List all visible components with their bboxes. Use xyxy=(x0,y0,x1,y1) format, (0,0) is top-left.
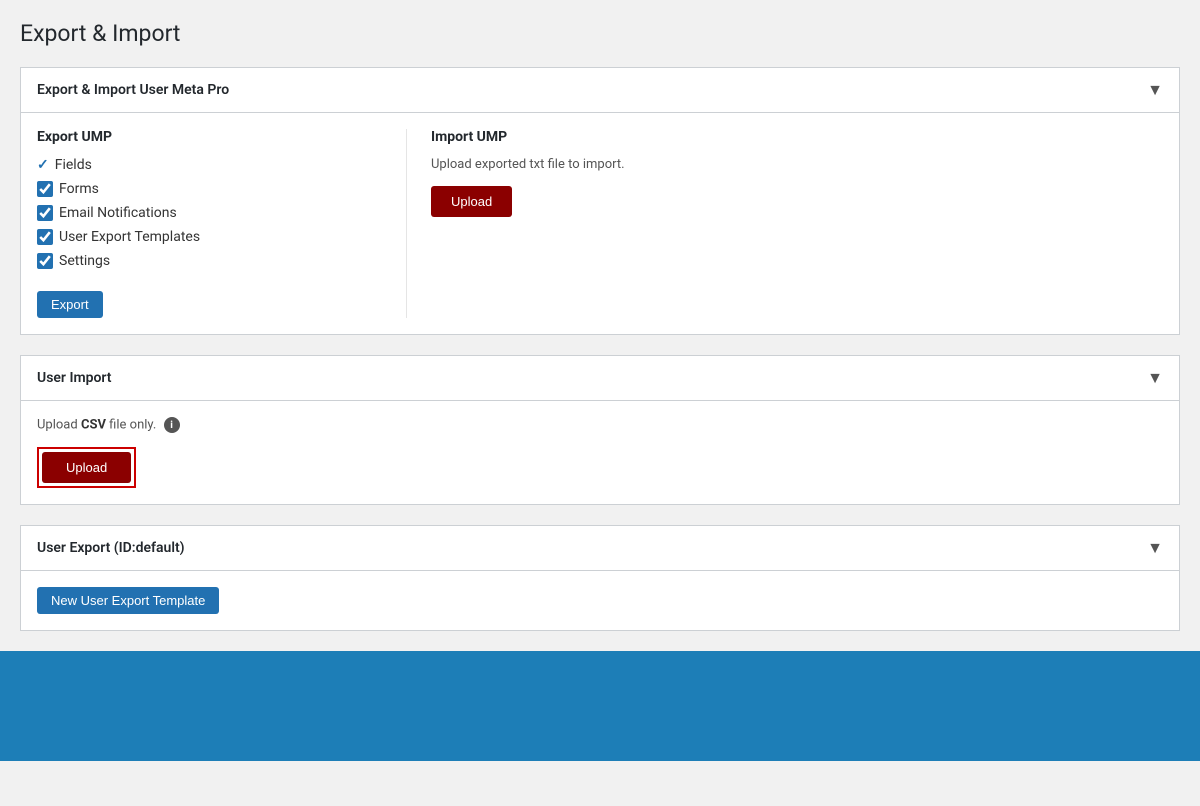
user-import-panel: User Import ▼ Upload CSV file only. i Up… xyxy=(20,355,1180,505)
forms-checkbox[interactable] xyxy=(37,181,53,197)
chevron-down-icon-2: ▼ xyxy=(1147,368,1163,388)
forms-label[interactable]: Forms xyxy=(59,181,99,197)
user-import-title: User Import xyxy=(37,370,112,386)
page-wrapper: Export & Import Export & Import User Met… xyxy=(0,0,1200,806)
csv-note-bold: CSV xyxy=(81,417,106,432)
import-ump-col: Import UMP Upload exported txt file to i… xyxy=(407,129,1163,318)
import-upload-button[interactable]: Upload xyxy=(431,186,512,217)
info-icon[interactable]: i xyxy=(164,417,180,433)
user-export-templates-label[interactable]: User Export Templates xyxy=(59,229,200,245)
user-export-title: User Export (ID:default) xyxy=(37,540,185,556)
csv-note-prefix: Upload xyxy=(37,417,81,432)
checkbox-row-email-notifications: Email Notifications xyxy=(37,205,386,221)
email-notifications-checkbox[interactable] xyxy=(37,205,53,221)
import-col-title: Import UMP xyxy=(431,129,1163,145)
settings-checkbox[interactable] xyxy=(37,253,53,269)
csv-note-suffix: file only. xyxy=(106,417,156,432)
page-title: Export & Import xyxy=(20,20,1180,47)
export-import-ump-panel: Export & Import User Meta Pro ▼ Export U… xyxy=(20,67,1180,335)
fields-row: ✓ Fields xyxy=(37,157,386,173)
fields-checkmark-icon: ✓ xyxy=(37,157,49,173)
chevron-down-icon-3: ▼ xyxy=(1147,538,1163,558)
user-export-header[interactable]: User Export (ID:default) ▼ xyxy=(21,526,1179,571)
import-description: Upload exported txt file to import. xyxy=(431,157,1163,172)
fields-label: Fields xyxy=(55,157,92,173)
checkbox-row-user-export-templates: User Export Templates xyxy=(37,229,386,245)
export-ump-col: Export UMP ✓ Fields Forms Email Notifica… xyxy=(37,129,407,318)
user-import-header[interactable]: User Import ▼ xyxy=(21,356,1179,401)
email-notifications-label[interactable]: Email Notifications xyxy=(59,205,177,221)
user-export-body: New User Export Template xyxy=(21,571,1179,630)
export-import-ump-header[interactable]: Export & Import User Meta Pro ▼ xyxy=(21,68,1179,113)
checkbox-row-forms: Forms xyxy=(37,181,386,197)
settings-label[interactable]: Settings xyxy=(59,253,110,269)
export-import-ump-body: Export UMP ✓ Fields Forms Email Notifica… xyxy=(21,113,1179,334)
user-import-body: Upload CSV file only. i Upload xyxy=(21,401,1179,504)
new-user-export-template-button[interactable]: New User Export Template xyxy=(37,587,219,614)
user-export-templates-checkbox[interactable] xyxy=(37,229,53,245)
user-import-upload-button[interactable]: Upload xyxy=(42,452,131,483)
upload-highlighted-wrapper: Upload xyxy=(37,447,136,488)
user-export-panel: User Export (ID:default) ▼ New User Expo… xyxy=(20,525,1180,631)
footer-bar xyxy=(0,651,1200,761)
checkbox-row-settings: Settings xyxy=(37,253,386,269)
export-col-title: Export UMP xyxy=(37,129,386,145)
export-button[interactable]: Export xyxy=(37,291,103,318)
csv-note: Upload CSV file only. i xyxy=(37,417,1163,433)
export-import-ump-title: Export & Import User Meta Pro xyxy=(37,82,229,98)
chevron-down-icon: ▼ xyxy=(1147,80,1163,100)
